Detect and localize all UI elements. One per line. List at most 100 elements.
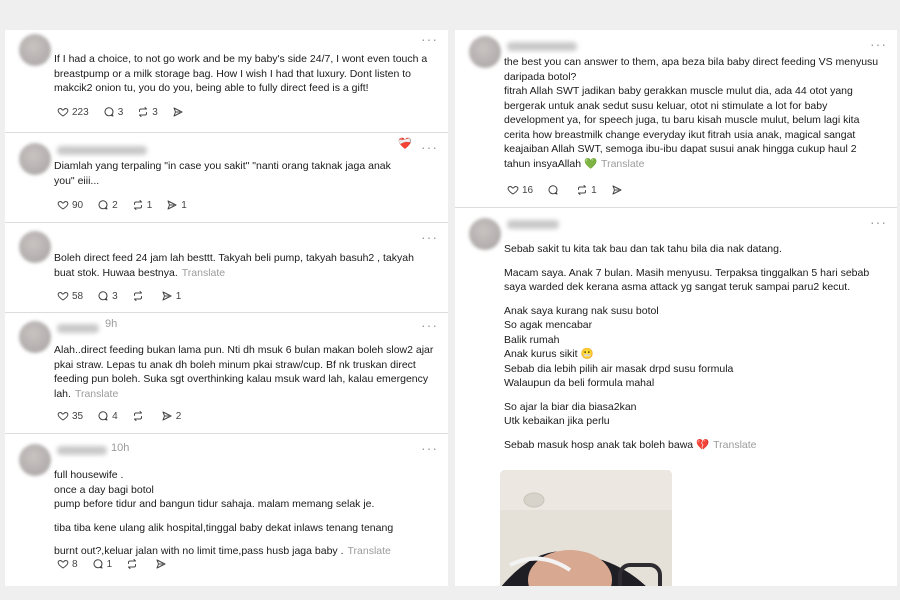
- post-text-line: If I had a choice, to not go work and be…: [54, 53, 428, 65]
- post-text-line: once a day bagi botol: [54, 483, 154, 496]
- reply-button[interactable]: 3: [103, 106, 124, 118]
- right-thread-panel: ··· the best you can answer to them, apa…: [455, 30, 897, 586]
- like-button[interactable]: 90: [57, 199, 83, 211]
- post-text-line: breastpump or a milk storage bag. How I …: [54, 67, 411, 80]
- like-count: 223: [72, 106, 89, 118]
- share-button[interactable]: [155, 558, 170, 570]
- translate-link[interactable]: Translate: [75, 388, 118, 400]
- translate-link[interactable]: Translate: [182, 267, 225, 279]
- username-blurred[interactable]: [57, 146, 147, 155]
- more-dots-icon[interactable]: ···: [870, 36, 887, 52]
- repost-button[interactable]: 3: [137, 106, 158, 118]
- reply-count: 2: [112, 199, 118, 211]
- comment-icon: [97, 199, 109, 211]
- share-icon: [166, 199, 178, 211]
- repost-button[interactable]: [132, 410, 147, 422]
- repost-icon: [137, 106, 149, 118]
- translate-link[interactable]: Translate: [713, 439, 756, 451]
- translate-link[interactable]: Translate: [348, 545, 391, 557]
- share-button[interactable]: [172, 106, 187, 118]
- hospital-selfie-image: [500, 470, 672, 586]
- share-icon: [611, 184, 623, 196]
- heart-icon: [57, 410, 69, 422]
- share-button[interactable]: 2: [161, 410, 181, 422]
- post-text-line: pump before tidur and bangun tidur sahaj…: [54, 498, 375, 510]
- avatar[interactable]: [469, 218, 501, 250]
- post-text-line: saya warded dek kerana asma attack yg sa…: [504, 281, 851, 293]
- post-text-line: lah.: [54, 387, 71, 400]
- reply-post: ··· If I had a choice, to not go work an…: [5, 30, 448, 133]
- post-text-line: cerita how breastmilk change everyday ik…: [504, 128, 856, 141]
- reply-button[interactable]: 4: [97, 410, 118, 422]
- avatar[interactable]: [19, 444, 51, 476]
- heart-icon: [57, 558, 69, 570]
- avatar[interactable]: [19, 231, 51, 263]
- post-text-line: burnt out?,keluar jalan with no limit ti…: [54, 545, 344, 557]
- post-text-line: Boleh direct feed 24 jam lah besttt. Tak…: [54, 252, 414, 264]
- share-button[interactable]: [611, 184, 626, 196]
- reply-button[interactable]: 2: [97, 199, 118, 211]
- reply-button[interactable]: [547, 184, 562, 196]
- repost-button[interactable]: [126, 558, 141, 570]
- more-dots-icon[interactable]: ···: [421, 31, 438, 47]
- username-blurred[interactable]: [507, 42, 577, 51]
- share-count: 1: [181, 199, 187, 211]
- repost-icon: [126, 558, 138, 570]
- avatar[interactable]: [469, 36, 501, 68]
- reply-button[interactable]: 1: [92, 558, 113, 570]
- like-button[interactable]: 35: [57, 410, 83, 422]
- avatar[interactable]: [19, 34, 51, 66]
- post-text-line: buat stok. Huwaa bestnya.: [54, 266, 178, 279]
- post-text-line: Alah..direct feeding bukan lama pun. Nti…: [54, 344, 434, 356]
- share-icon: [161, 410, 173, 422]
- post-text-line: feeding pun boleh. Suka sgt overthinking…: [54, 373, 429, 385]
- more-dots-icon[interactable]: ···: [421, 229, 438, 245]
- username-blurred[interactable]: [507, 220, 559, 229]
- comment-icon: [103, 106, 115, 118]
- repost-button[interactable]: [132, 290, 147, 302]
- translate-link[interactable]: Translate: [601, 158, 644, 170]
- post-actions: 8 1: [57, 558, 184, 570]
- post-text-line: Sebab sakit tu kita tak bau dan tak tahu…: [504, 243, 782, 255]
- post-time: 10h: [111, 442, 130, 454]
- username-blurred[interactable]: [57, 324, 99, 333]
- more-dots-icon[interactable]: ···: [421, 440, 438, 456]
- heart-icon: [57, 290, 69, 302]
- like-button[interactable]: 223: [57, 106, 89, 118]
- avatar[interactable]: [19, 143, 51, 175]
- more-dots-icon[interactable]: ···: [421, 139, 438, 155]
- post-text-line: makcik2 onion tu, you do you, being able…: [54, 82, 369, 94]
- post-text-line: Diamlah yang terpaling "in case you saki…: [54, 160, 391, 172]
- post-text-line: So ajar la biar dia biasa2kan: [504, 400, 637, 413]
- post-text-line: bergerak untuk anak sedut susu keluar, o…: [504, 99, 828, 112]
- repost-button[interactable]: 1: [576, 184, 597, 196]
- more-dots-icon[interactable]: ···: [421, 317, 438, 333]
- username-blurred[interactable]: [57, 446, 107, 455]
- post-text-line: Balik rumah: [504, 333, 560, 346]
- reply-count: 1: [106, 558, 113, 570]
- reply-count: 3: [112, 290, 118, 302]
- post-text-line: development ya, for speech juga, tu baru…: [504, 114, 860, 126]
- attached-photo[interactable]: [500, 470, 672, 586]
- post-text-line: daripada botol?: [504, 70, 577, 83]
- post-text-line: keajaiban Allah SWT, semoga ibu-ibu dapa…: [504, 143, 857, 155]
- post-actions: 35 4 2: [57, 410, 195, 422]
- comment-icon: [547, 184, 559, 196]
- post-text-line: tahun insyaAllah 💚: [504, 157, 598, 170]
- share-button[interactable]: 1: [161, 290, 181, 302]
- reply-button[interactable]: 3: [97, 290, 118, 302]
- share-button[interactable]: 1: [166, 199, 187, 211]
- heart-icon: [507, 184, 519, 196]
- comment-icon: [97, 290, 109, 302]
- more-dots-icon[interactable]: ···: [870, 214, 887, 230]
- like-button[interactable]: 16: [507, 184, 533, 196]
- avatar[interactable]: [19, 321, 51, 353]
- like-button[interactable]: 58: [57, 290, 83, 302]
- reply-post: ❤️‍🩹 ··· Diamlah yang terpaling "in case…: [5, 133, 448, 223]
- post-text-line: full housewife .: [54, 469, 124, 481]
- reply-count: 3: [117, 106, 124, 118]
- like-button[interactable]: 8: [57, 558, 78, 570]
- repost-button[interactable]: 1: [132, 199, 152, 211]
- post-text-line: Sebab masuk hosp anak tak boleh bawa 💔: [504, 438, 710, 451]
- post-text-line: Anak kurus sikit 😬: [504, 348, 594, 360]
